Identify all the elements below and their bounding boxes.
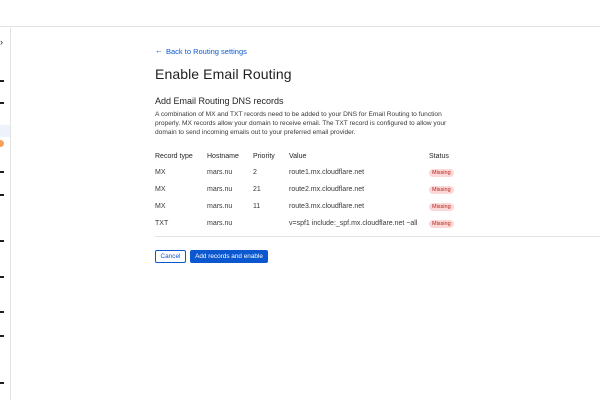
top-bar [0, 0, 600, 27]
status-cell: Missing [429, 198, 600, 215]
sidebar-item-marker[interactable] [0, 382, 4, 384]
hostname-cell: mars.nu [207, 169, 233, 177]
value-cell: route1.mx.cloudflare.net [289, 169, 365, 177]
sidebar-item-marker[interactable] [0, 194, 4, 196]
cancel-button[interactable]: Cancel [155, 250, 186, 263]
column-header-record-type: Record type [155, 152, 193, 160]
page-title: Enable Email Routing [155, 66, 292, 82]
sidebar-item-active[interactable] [0, 125, 10, 137]
value-cell: route3.mx.cloudflare.net [289, 203, 365, 211]
column-header-priority: Priority [253, 152, 275, 160]
table-row: MX mars.nu 11 route3.mx.cloudflare.net M… [155, 198, 600, 215]
section-title: Add Email Routing DNS records [155, 96, 284, 106]
priority-cell: 2 [253, 169, 257, 177]
status-badge: Missing [429, 202, 454, 211]
column-header-hostname: Hostname [207, 152, 239, 160]
back-link-label: Back to Routing settings [166, 46, 247, 56]
sidebar-item-marker[interactable] [0, 311, 4, 313]
sidebar-item-marker[interactable] [0, 102, 4, 104]
status-badge: Missing [429, 219, 454, 228]
status-badge: Missing [429, 185, 454, 194]
add-records-and-enable-button[interactable]: Add records and enable [190, 250, 268, 263]
status-cell: Missing [429, 181, 600, 198]
sidebar-item-marker[interactable] [0, 240, 4, 242]
table-row: MX mars.nu 21 route2.mx.cloudflare.net M… [155, 181, 600, 198]
record-type-cell: MX [155, 186, 166, 194]
priority-cell [253, 215, 289, 232]
table-row: MX mars.nu 2 route1.mx.cloudflare.net Mi… [155, 164, 600, 181]
column-header-status: Status [429, 152, 449, 160]
priority-cell: 21 [253, 186, 261, 194]
status-cell: Missing [429, 215, 600, 232]
record-type-cell: MX [155, 169, 166, 177]
hostname-cell: mars.nu [207, 203, 233, 211]
sidebar-item-marker[interactable] [0, 276, 4, 278]
sidebar-status-badge [0, 140, 4, 147]
hostname-cell: mars.nu [207, 186, 233, 194]
value-cell: route2.mx.cloudflare.net [289, 186, 365, 194]
sidebar-item-marker[interactable] [0, 335, 4, 337]
arrow-left-icon: ← [155, 46, 163, 55]
form-actions: Cancel Add records and enable [155, 250, 268, 263]
table-row: TXT mars.nu v=spf1 include:_spf.mx.cloud… [155, 215, 600, 232]
column-header-value: Value [289, 152, 307, 160]
value-cell: v=spf1 include:_spf.mx.cloudflare.net ~a… [289, 220, 418, 228]
main-content: ← Back to Routing settings Enable Email … [155, 40, 600, 232]
dns-records-table: Record type Hostname Priority Value Stat… [155, 148, 600, 232]
sidebar: › [0, 28, 11, 400]
hostname-cell: mars.nu [207, 220, 233, 228]
section-divider [155, 236, 600, 237]
priority-cell: 11 [253, 203, 261, 211]
sidebar-item-marker[interactable] [0, 80, 4, 82]
section-description: A combination of MX and TXT records need… [155, 111, 447, 136]
table-header-row: Record type Hostname Priority Value Stat… [155, 148, 600, 164]
record-type-cell: MX [155, 203, 166, 211]
back-to-routing-link[interactable]: ← Back to Routing settings [155, 47, 247, 56]
sidebar-item-marker[interactable] [0, 171, 4, 173]
sidebar-chevron-icon[interactable]: › [0, 38, 3, 47]
status-cell: Missing [429, 164, 600, 181]
record-type-cell: TXT [155, 220, 169, 228]
status-badge: Missing [429, 168, 454, 177]
